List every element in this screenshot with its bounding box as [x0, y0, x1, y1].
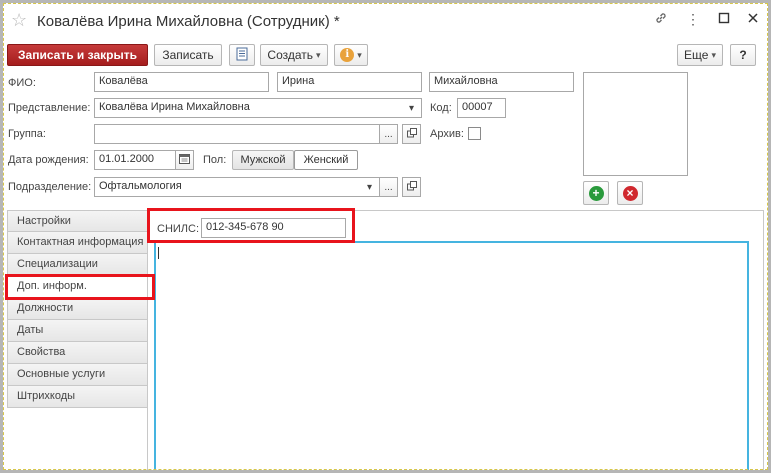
group-input[interactable]: [94, 124, 380, 144]
chevron-down-icon[interactable]: ▾: [402, 98, 421, 118]
save-and-close-button[interactable]: Записать и закрыть: [7, 44, 148, 66]
middle-name-input[interactable]: Михайловна: [429, 72, 574, 92]
report-icon: [235, 47, 249, 64]
department-value: Офтальмология: [99, 180, 182, 192]
save-button[interactable]: Записать: [154, 44, 222, 66]
photo-area[interactable]: [583, 72, 688, 176]
more-vertical-icon[interactable]: ⋮: [685, 11, 701, 28]
gender-female-button[interactable]: Женский: [294, 150, 358, 170]
presentation-label: Представление:: [8, 102, 91, 114]
add-icon: +: [588, 185, 604, 201]
info-dropdown-button[interactable]: i ▾: [334, 44, 368, 66]
tab-contact-info[interactable]: Контактная информация: [7, 232, 148, 254]
remove-photo-button[interactable]: ×: [617, 181, 643, 205]
birth-date-input[interactable]: 01.01.2000: [94, 150, 176, 170]
birth-date-label: Дата рождения:: [8, 154, 89, 166]
fio-label: ФИО:: [8, 77, 36, 89]
window-title: Ковалёва Ирина Михайловна (Сотрудник) *: [37, 13, 340, 30]
presentation-select[interactable]: Ковалёва Ирина Михайловна: [94, 98, 422, 118]
calendar-icon: [179, 153, 190, 167]
group-open-button[interactable]: [402, 124, 421, 144]
create-label: Создать: [267, 48, 314, 62]
chevron-down-icon: ▾: [357, 49, 362, 60]
code-input[interactable]: 00007: [457, 98, 506, 118]
group-label: Группа:: [8, 128, 46, 140]
report-button[interactable]: [229, 44, 255, 66]
tab-dates[interactable]: Даты: [7, 320, 148, 342]
tab-barcodes[interactable]: Штрихкоды: [7, 386, 148, 408]
first-name-input[interactable]: Ирина: [277, 72, 422, 92]
star-icon[interactable]: ☆: [11, 10, 27, 31]
link-icon[interactable]: [653, 11, 669, 28]
chevron-down-icon: ▾: [316, 49, 321, 60]
presentation-value: Ковалёва Ирина Михайловна: [99, 101, 250, 113]
remove-icon: ×: [622, 185, 638, 201]
notes-textarea[interactable]: [154, 241, 749, 473]
department-open-button[interactable]: [402, 177, 421, 197]
chevron-down-icon: ▾: [711, 49, 716, 60]
active-tab-highlight: [5, 274, 155, 300]
archive-checkbox[interactable]: [468, 127, 481, 140]
section-tabs: Настройки Контактная информация Специали…: [7, 210, 148, 408]
tab-specializations[interactable]: Специализации: [7, 254, 148, 276]
employee-form-window: ☆ Ковалёва Ирина Михайловна (Сотрудник) …: [0, 0, 771, 473]
last-name-input[interactable]: Ковалёва: [94, 72, 269, 92]
add-photo-button[interactable]: +: [583, 181, 609, 205]
open-icon: [406, 127, 417, 141]
group-select-button[interactable]: ...: [379, 124, 398, 144]
text-cursor: [158, 247, 159, 259]
help-button[interactable]: ?: [730, 44, 756, 66]
open-icon: [406, 180, 417, 194]
department-select[interactable]: Офтальмология: [94, 177, 380, 197]
more-button[interactable]: Еще ▾: [677, 44, 723, 66]
archive-label: Архив:: [430, 128, 464, 140]
code-label: Код:: [430, 102, 452, 114]
tab-main-services[interactable]: Основные услуги: [7, 364, 148, 386]
department-label: Подразделение:: [8, 181, 92, 193]
snils-highlight: [147, 208, 355, 243]
department-select-button[interactable]: ...: [379, 177, 398, 197]
tab-properties[interactable]: Свойства: [7, 342, 148, 364]
maximize-icon[interactable]: [716, 11, 732, 27]
gender-label: Пол:: [203, 154, 227, 166]
create-dropdown-button[interactable]: Создать ▾: [260, 44, 328, 66]
calendar-button[interactable]: [175, 150, 194, 170]
chevron-down-icon[interactable]: ▾: [360, 177, 379, 197]
close-icon[interactable]: [745, 11, 761, 27]
info-icon: i: [340, 48, 355, 62]
tab-settings[interactable]: Настройки: [7, 210, 148, 232]
gender-male-button[interactable]: Мужской: [232, 150, 294, 170]
more-label: Еще: [684, 48, 709, 62]
tab-positions[interactable]: Должности: [7, 298, 148, 320]
